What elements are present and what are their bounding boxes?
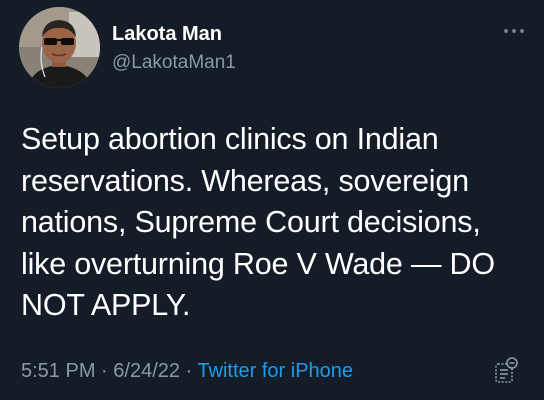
profile-photo: [19, 7, 100, 88]
meta-separator: ·: [180, 360, 198, 382]
display-name[interactable]: Lakota Man: [112, 22, 222, 46]
view-activity-icon[interactable]: [494, 356, 518, 384]
tweet-time[interactable]: 5:51 PM: [21, 360, 95, 382]
tweet-meta: 5:51 PM · 6/24/22 · Twitter for iPhone: [21, 358, 353, 384]
tweet-text: Setup abortion clinics on Indian reserva…: [21, 122, 495, 322]
tweet-card: Lakota Man @LakotaMan1 Setup abortion cl…: [0, 0, 544, 400]
more-icon[interactable]: [502, 26, 526, 36]
avatar[interactable]: [19, 7, 100, 88]
tweet-source-link[interactable]: Twitter for iPhone: [197, 360, 353, 382]
tweet-date[interactable]: 6/24/22: [113, 360, 180, 382]
meta-separator: ·: [95, 360, 114, 382]
user-handle[interactable]: @LakotaMan1: [112, 51, 236, 75]
